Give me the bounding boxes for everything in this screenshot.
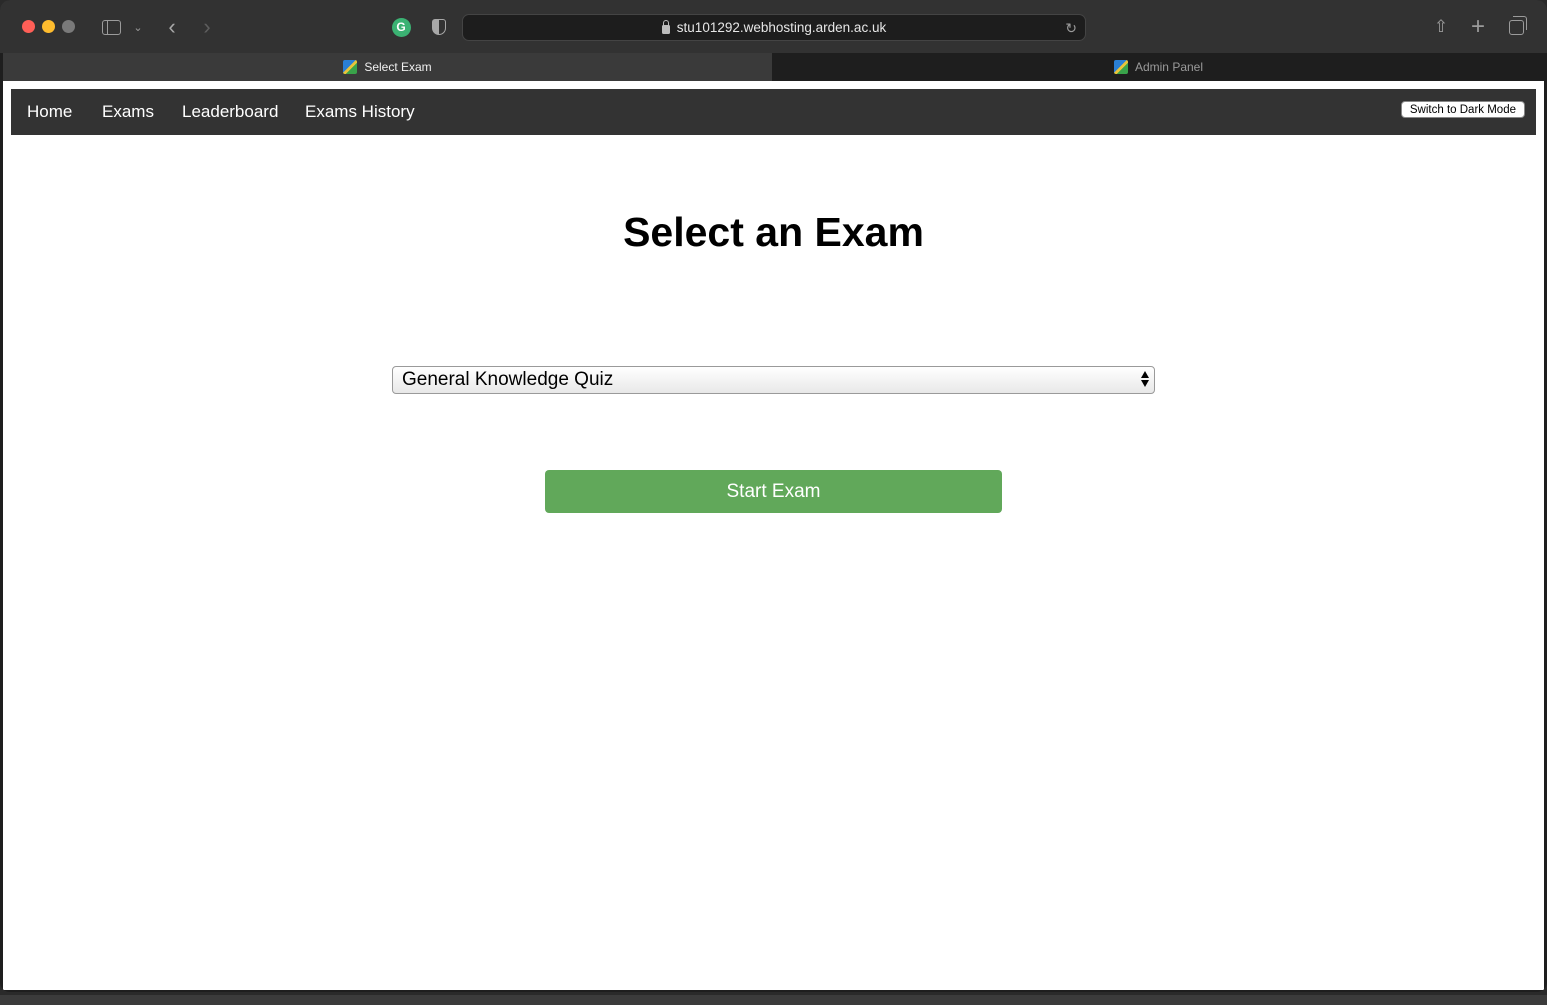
exam-select-value: General Knowledge Quiz: [402, 369, 614, 390]
nav-link-leaderboard[interactable]: Leaderboard: [182, 89, 278, 135]
exam-select[interactable]: General Knowledge Quiz: [392, 366, 1155, 394]
tab-admin-panel[interactable]: Admin Panel: [773, 53, 1544, 81]
tab-select-exam[interactable]: Select Exam: [3, 53, 772, 81]
select-arrows-icon: [1141, 371, 1149, 387]
page-title: Select an Exam: [623, 209, 924, 255]
url-text[interactable]: stu101292.webhosting.arden.ac.uk: [677, 20, 886, 35]
tab-strip: Select Exam Admin Panel: [0, 53, 1547, 81]
tab-label: Select Exam: [364, 60, 432, 74]
new-tab-icon[interactable]: +: [1467, 13, 1489, 40]
site-favicon-icon: [343, 60, 358, 74]
tab-overview-icon[interactable]: [1505, 14, 1527, 40]
zoom-window-button[interactable]: [62, 20, 75, 33]
close-window-button[interactable]: [22, 20, 35, 33]
browser-window: ⌄ ‹ › G stu101292.webhosting.arden.ac.uk…: [0, 0, 1547, 992]
sidebar-icon[interactable]: [100, 14, 122, 40]
share-icon[interactable]: ⇧: [1430, 14, 1452, 40]
forward-icon[interactable]: ›: [197, 14, 217, 40]
tab-label: Admin Panel: [1134, 60, 1204, 74]
site-navbar: Home Exams Leaderboard Exams History Swi…: [11, 89, 1536, 135]
nav-link-home[interactable]: Home: [27, 89, 72, 135]
shield-icon[interactable]: [429, 14, 449, 40]
macos-dock: [0, 995, 1547, 1005]
reload-icon[interactable]: ↻: [1065, 20, 1077, 37]
lock-icon: [661, 19, 670, 34]
page-content: Home Exams Leaderboard Exams History Swi…: [3, 81, 1544, 990]
dark-mode-toggle-button[interactable]: Switch to Dark Mode: [1400, 101, 1525, 118]
site-favicon-icon: [1113, 60, 1128, 74]
start-exam-button[interactable]: Start Exam: [545, 470, 1002, 513]
address-bar[interactable]: stu101292.webhosting.arden.ac.uk ↻: [462, 14, 1086, 41]
nav-link-exams[interactable]: Exams: [102, 89, 154, 135]
minimize-window-button[interactable]: [42, 20, 55, 33]
grammarly-icon[interactable]: G: [391, 14, 411, 40]
nav-link-exams-history[interactable]: Exams History: [305, 89, 415, 135]
browser-toolbar: ⌄ ‹ › G stu101292.webhosting.arden.ac.uk…: [0, 0, 1547, 53]
back-icon[interactable]: ‹: [162, 14, 182, 40]
chevron-down-icon[interactable]: ⌄: [131, 14, 145, 40]
